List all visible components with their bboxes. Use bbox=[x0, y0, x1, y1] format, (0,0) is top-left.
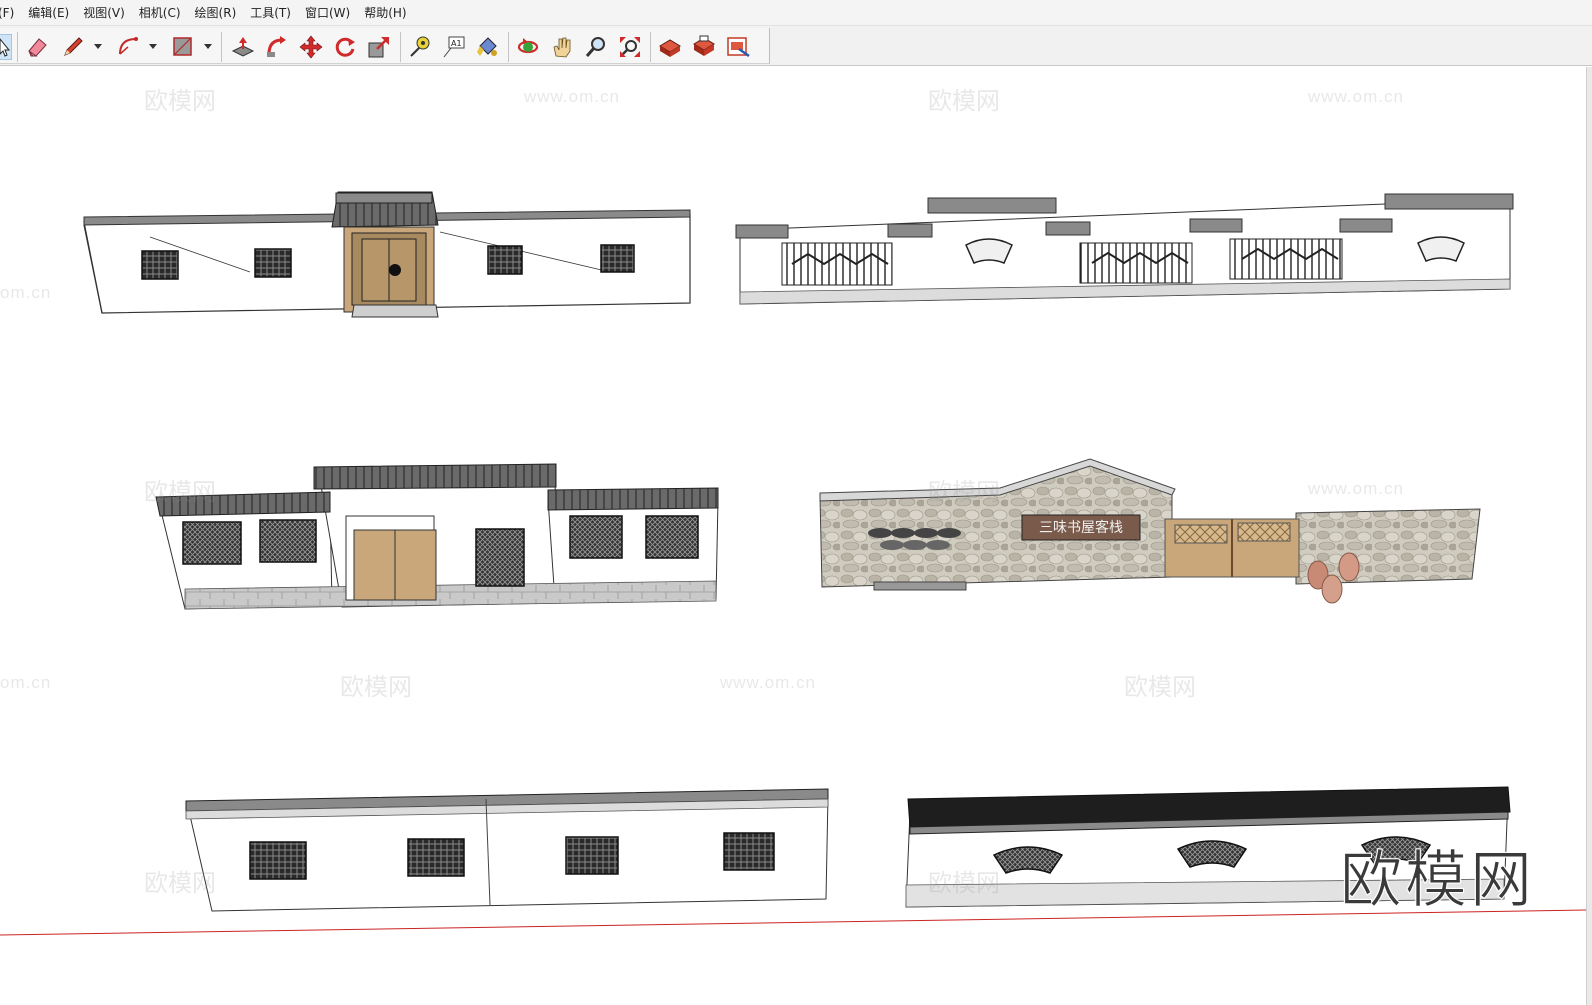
tape-measure-button[interactable] bbox=[407, 34, 433, 60]
orbit-button[interactable] bbox=[515, 34, 541, 60]
watermark-url: om.cn bbox=[0, 673, 52, 692]
select-tool-icon bbox=[0, 34, 12, 60]
zoom-button[interactable] bbox=[583, 34, 609, 60]
paint-bucket-button[interactable] bbox=[474, 34, 500, 60]
watermark-url: www.om.cn bbox=[524, 87, 620, 106]
zoom-extents-button[interactable] bbox=[617, 34, 643, 60]
watermark-brand: 欧模网 bbox=[144, 479, 216, 506]
viewport-scrollbar[interactable] bbox=[1586, 67, 1592, 1005]
watermark-url: om.cn bbox=[0, 283, 52, 302]
watermark-brand: 欧模网 bbox=[144, 870, 216, 897]
menu-tools[interactable]: 工具(T) bbox=[243, 0, 298, 26]
menu-window[interactable]: 窗口(W) bbox=[298, 0, 357, 26]
wall-model-2[interactable] bbox=[735, 193, 1514, 305]
watermark-url: www.om.cn bbox=[1308, 87, 1404, 106]
wall-model-1[interactable] bbox=[83, 191, 691, 318]
push-pull-icon bbox=[231, 37, 255, 57]
text-button[interactable]: A1 bbox=[441, 34, 467, 60]
text-tool-label: A1 bbox=[451, 39, 462, 48]
text-icon: A1 bbox=[443, 36, 465, 58]
toolbar-area: A1 bbox=[0, 28, 770, 64]
menu-bar: (F) 编辑(E) 视图(V) 相机(C) 绘图(R) 工具(T) 窗口(W) … bbox=[0, 0, 1592, 26]
watermark-brand: 欧模网 bbox=[928, 870, 1000, 897]
watermark-brand: 欧模网 bbox=[340, 674, 412, 701]
arc-icon bbox=[119, 37, 138, 55]
menu-camera[interactable]: 相机(C) bbox=[132, 0, 188, 26]
toolbar-separator bbox=[221, 32, 222, 62]
chevron-down-icon[interactable] bbox=[148, 41, 158, 51]
scale-icon bbox=[368, 37, 389, 58]
move-icon bbox=[299, 35, 323, 59]
chevron-down-icon[interactable] bbox=[93, 41, 103, 51]
orbit-icon bbox=[517, 38, 539, 54]
watermark-brand: 欧模网 bbox=[928, 88, 1000, 115]
toolbar-separator bbox=[650, 32, 651, 62]
follow-me-icon bbox=[267, 36, 286, 57]
menu-edit[interactable]: 编辑(E) bbox=[21, 0, 76, 26]
arc-button[interactable] bbox=[116, 34, 142, 60]
wall-model-5[interactable] bbox=[185, 788, 829, 912]
warehouse-icon bbox=[659, 39, 681, 57]
eraser-button[interactable] bbox=[24, 34, 50, 60]
rotate-button[interactable] bbox=[332, 34, 358, 60]
share-model-icon bbox=[693, 35, 715, 56]
rectangle-icon bbox=[173, 37, 192, 56]
toolbar-separator bbox=[508, 32, 509, 62]
brand-watermark-large: 欧模网 bbox=[1339, 843, 1536, 917]
pan-button[interactable] bbox=[549, 34, 575, 60]
main-toolbar: A1 bbox=[0, 26, 1592, 66]
rotate-icon bbox=[335, 37, 355, 57]
eraser-icon bbox=[28, 38, 47, 57]
watermark-brand: 欧模网 bbox=[928, 479, 1000, 506]
extension-icon bbox=[727, 37, 750, 58]
pan-icon bbox=[553, 37, 571, 58]
extension-button[interactable] bbox=[725, 34, 751, 60]
tape-measure-icon bbox=[410, 36, 430, 57]
warehouse-button[interactable] bbox=[657, 34, 683, 60]
scale-button[interactable] bbox=[366, 34, 392, 60]
paint-bucket-icon bbox=[477, 37, 497, 56]
menu-file[interactable]: (F) bbox=[0, 0, 21, 26]
menu-view[interactable]: 视图(V) bbox=[76, 0, 132, 26]
zoom-extents-icon bbox=[620, 37, 640, 57]
wall-model-3[interactable] bbox=[155, 463, 719, 610]
rectangle-button[interactable] bbox=[170, 34, 196, 60]
toolbar-separator bbox=[400, 32, 401, 62]
push-pull-button[interactable] bbox=[230, 34, 256, 60]
follow-me-button[interactable] bbox=[264, 34, 290, 60]
menu-draw[interactable]: 绘图(R) bbox=[188, 0, 244, 26]
zoom-icon bbox=[585, 37, 605, 57]
watermark-url: www.om.cn bbox=[720, 673, 816, 692]
toolbar-separator bbox=[17, 32, 18, 62]
watermark-brand: 欧模网 bbox=[144, 88, 216, 115]
watermark-brand: 欧模网 bbox=[1124, 674, 1196, 701]
select-tool-button[interactable] bbox=[0, 34, 12, 60]
pencil-button[interactable] bbox=[60, 34, 86, 60]
chevron-down-icon[interactable] bbox=[203, 41, 213, 51]
menu-help[interactable]: 帮助(H) bbox=[357, 0, 413, 26]
pencil-icon bbox=[64, 37, 83, 56]
model-viewport[interactable]: 三味书屋客栈 欧模网 www.om.cn 欧模网 www.om.cn om.cn… bbox=[0, 67, 1592, 1005]
move-button[interactable] bbox=[298, 34, 324, 60]
plaque-text: 三味书屋客栈 bbox=[1039, 519, 1123, 536]
watermark-url: www.om.cn bbox=[1308, 479, 1404, 498]
share-model-button[interactable] bbox=[691, 34, 717, 60]
